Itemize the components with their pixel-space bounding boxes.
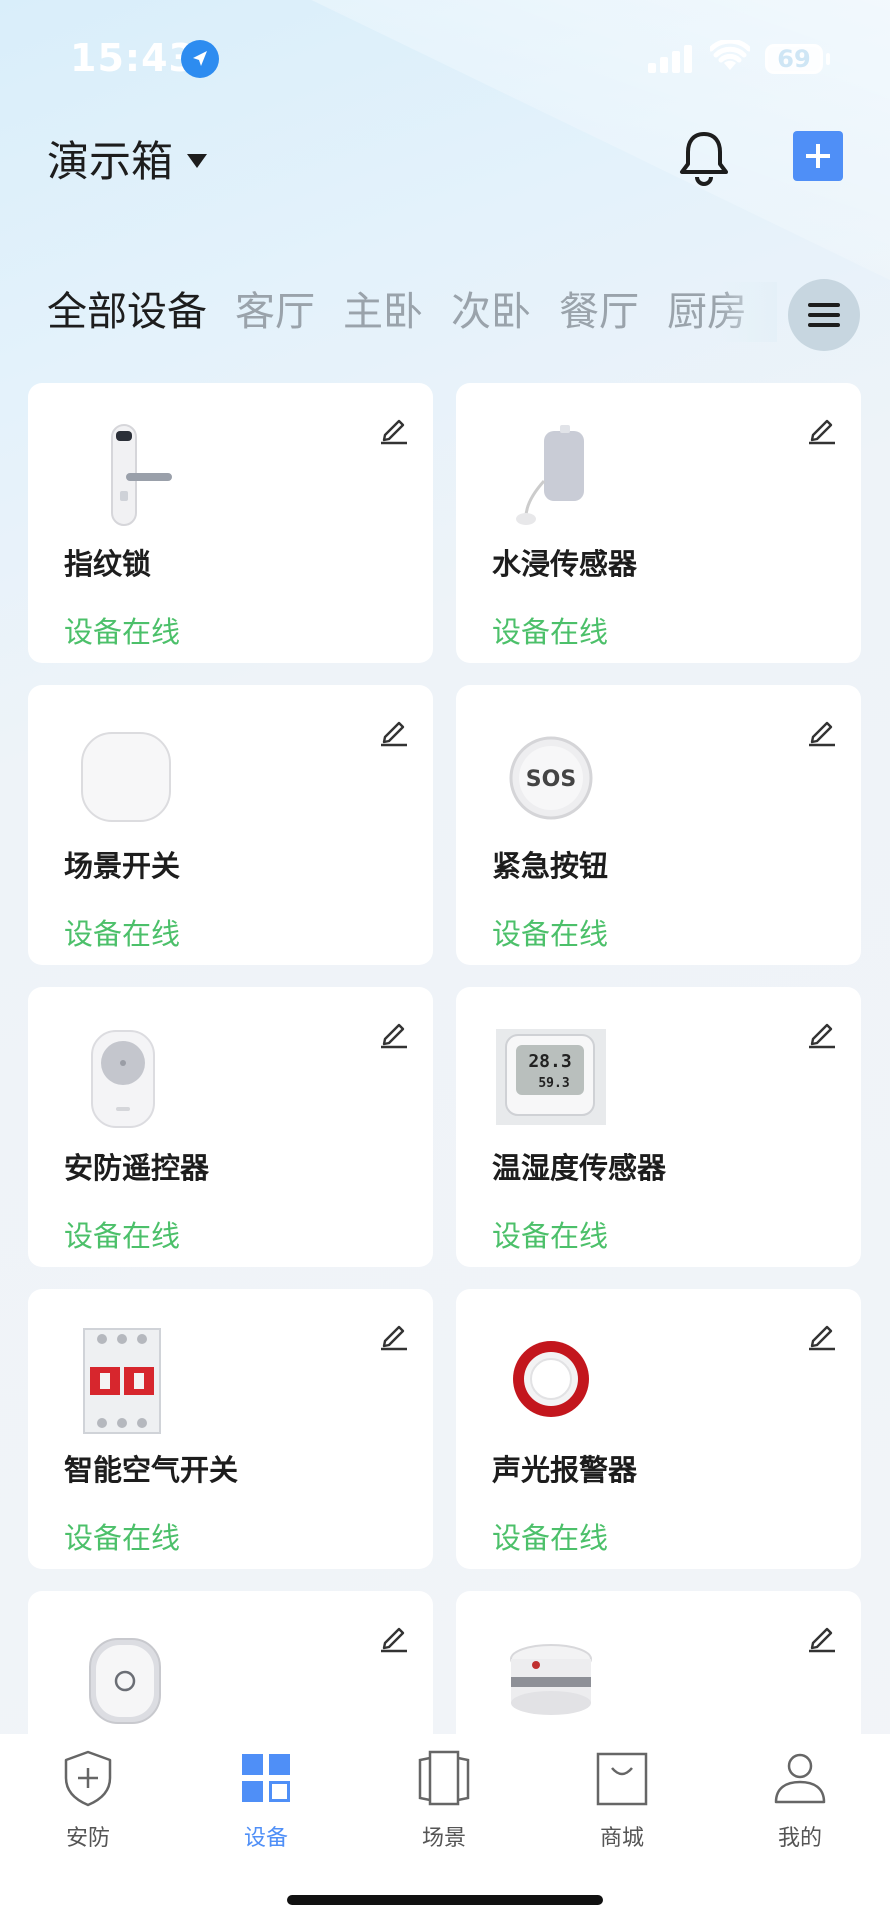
device-status: 设备在线 bbox=[492, 1521, 609, 1555]
device-status: 设备在线 bbox=[64, 1521, 181, 1555]
cellular-signal-icon bbox=[648, 45, 692, 73]
battery-level: 69 bbox=[777, 45, 811, 73]
notification-bell-icon[interactable] bbox=[678, 130, 730, 186]
tab-master-bedroom[interactable]: 主卧 bbox=[343, 282, 423, 342]
edit-pencil-icon[interactable] bbox=[805, 1619, 839, 1653]
room-tabs: 全部设备 客厅 主卧 次卧 餐厅 厨房 bbox=[47, 282, 777, 342]
device-card[interactable]: 28.3 59.3 温湿度传感器 设备在线 bbox=[456, 987, 861, 1267]
device-card[interactable]: 场景开关 设备在线 bbox=[28, 685, 433, 965]
room-menu-button[interactable] bbox=[788, 279, 860, 351]
tab-second-bedroom[interactable]: 次卧 bbox=[451, 282, 531, 342]
device-card[interactable]: 安防遥控器 设备在线 bbox=[28, 987, 433, 1267]
tab-label: 安防 bbox=[65, 1826, 110, 1851]
device-status: 设备在线 bbox=[64, 917, 181, 951]
edit-pencil-icon[interactable] bbox=[377, 1317, 411, 1351]
tab-kitchen[interactable]: 厨房 bbox=[667, 282, 747, 342]
device-name: 场景开关 bbox=[64, 849, 181, 883]
caret-down-icon bbox=[187, 153, 208, 168]
tab-label: 设备 bbox=[243, 1826, 288, 1851]
device-status: 设备在线 bbox=[492, 1219, 609, 1253]
tab-all-devices[interactable]: 全部设备 bbox=[47, 282, 207, 342]
water-sensor-icon bbox=[516, 425, 584, 525]
edit-pencil-icon[interactable] bbox=[377, 1619, 411, 1653]
siren-icon bbox=[513, 1341, 589, 1417]
device-card[interactable]: SOS 紧急按钮 设备在线 bbox=[456, 685, 861, 965]
device-card[interactable]: 水浸传感器 设备在线 bbox=[456, 383, 861, 663]
device-name: 水浸传感器 bbox=[492, 547, 638, 581]
tab-label: 场景 bbox=[421, 1826, 466, 1851]
home-name: 演示箱 bbox=[47, 137, 174, 186]
location-arrow-icon bbox=[181, 40, 219, 78]
sos-label: SOS bbox=[526, 767, 576, 792]
device-status: 设备在线 bbox=[64, 615, 181, 649]
humidity-reading: 59.3 bbox=[538, 1076, 569, 1091]
shopping-bag-icon bbox=[596, 1752, 648, 1806]
device-status: 设备在线 bbox=[492, 615, 609, 649]
shield-icon bbox=[64, 1750, 112, 1807]
device-name: 紧急按钮 bbox=[492, 849, 609, 883]
wifi-icon bbox=[710, 40, 750, 70]
scene-switch-icon bbox=[81, 732, 171, 822]
sos-button-icon: SOS bbox=[509, 736, 593, 820]
tab-dining-room[interactable]: 餐厅 bbox=[559, 282, 639, 342]
tab-shop[interactable]: 商城 bbox=[562, 1748, 682, 1852]
tab-living-room[interactable]: 客厅 bbox=[235, 282, 315, 342]
tab-security[interactable]: 安防 bbox=[28, 1748, 148, 1852]
edit-pencil-icon[interactable] bbox=[377, 713, 411, 747]
device-name: 声光报警器 bbox=[492, 1453, 638, 1487]
temperature-reading: 28.3 bbox=[528, 1051, 571, 1072]
device-card[interactable]: 指纹锁 设备在线 bbox=[28, 383, 433, 663]
add-device-button[interactable] bbox=[793, 131, 843, 181]
tab-devices[interactable]: 设备 bbox=[206, 1748, 326, 1852]
edit-pencil-icon[interactable] bbox=[377, 1015, 411, 1049]
device-card[interactable]: 声光报警器 设备在线 bbox=[456, 1289, 861, 1569]
status-bar: 15:43 69 bbox=[0, 0, 890, 110]
battery-tip bbox=[826, 53, 830, 65]
circuit-breaker-icon bbox=[83, 1328, 161, 1434]
smoke-detector-icon bbox=[510, 1644, 592, 1715]
edit-pencil-icon[interactable] bbox=[805, 713, 839, 747]
home-indicator bbox=[287, 1895, 603, 1905]
thermo-hygrometer-icon: 28.3 59.3 bbox=[496, 1029, 606, 1125]
edit-pencil-icon[interactable] bbox=[377, 411, 411, 445]
battery-icon: 69 bbox=[765, 44, 823, 74]
edit-pencil-icon[interactable] bbox=[805, 1317, 839, 1351]
device-name: 智能空气开关 bbox=[64, 1453, 239, 1487]
device-status: 设备在线 bbox=[492, 917, 609, 951]
tab-profile[interactable]: 我的 bbox=[740, 1748, 860, 1852]
device-status: 设备在线 bbox=[64, 1219, 181, 1253]
user-icon bbox=[774, 1753, 826, 1804]
security-remote-icon bbox=[91, 1030, 155, 1128]
home-selector[interactable]: 演示箱 bbox=[47, 128, 208, 189]
tab-label: 我的 bbox=[777, 1826, 822, 1851]
device-name: 温湿度传感器 bbox=[492, 1151, 667, 1185]
door-sensor-icon bbox=[89, 1638, 161, 1724]
device-name: 安防遥控器 bbox=[64, 1151, 210, 1185]
bottom-tab-bar: 安防 设备 场景 商城 我的 bbox=[0, 1734, 890, 1920]
scenes-icon bbox=[418, 1750, 470, 1806]
device-name: 指纹锁 bbox=[64, 547, 152, 581]
tab-scenes[interactable]: 场景 bbox=[384, 1748, 504, 1852]
fingerprint-lock-icon bbox=[111, 424, 172, 526]
status-time: 15:43 bbox=[70, 36, 196, 80]
device-card[interactable]: 智能空气开关 设备在线 bbox=[28, 1289, 433, 1569]
grid-icon bbox=[242, 1754, 290, 1802]
edit-pencil-icon[interactable] bbox=[805, 411, 839, 445]
edit-pencil-icon[interactable] bbox=[805, 1015, 839, 1049]
tab-label: 商城 bbox=[599, 1826, 644, 1851]
